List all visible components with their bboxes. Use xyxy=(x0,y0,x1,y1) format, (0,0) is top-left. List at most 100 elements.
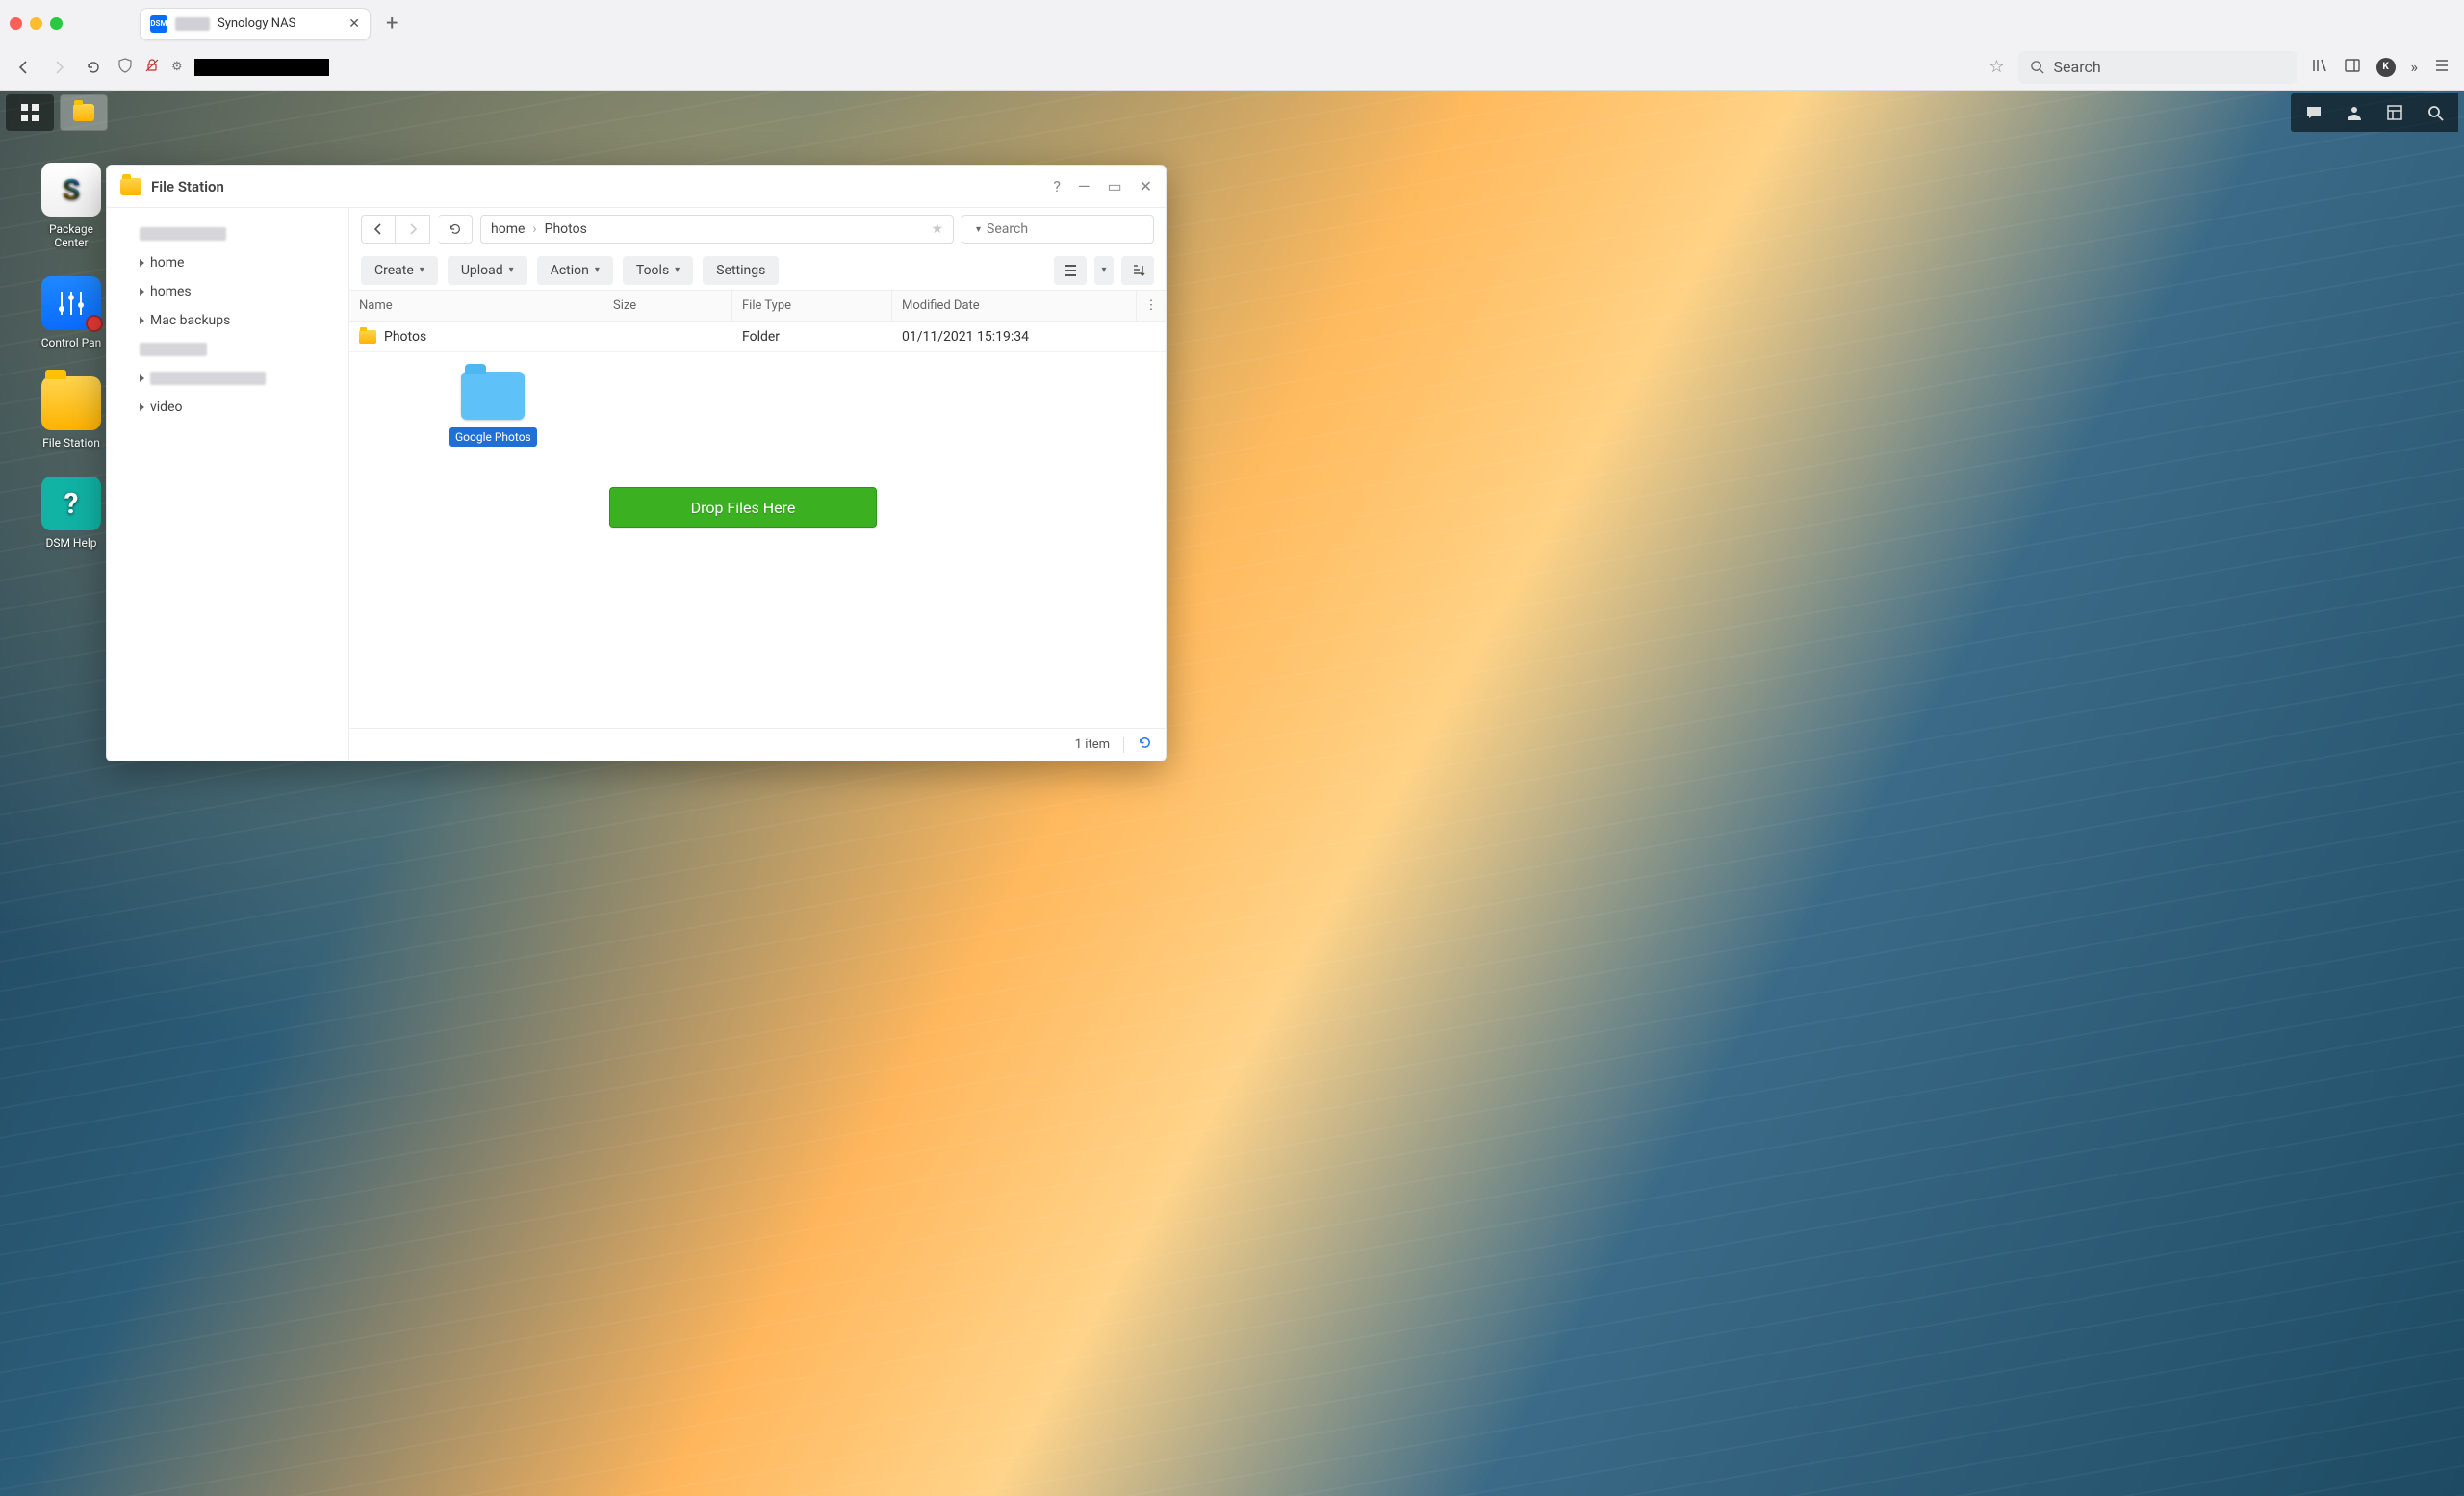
tools-button[interactable]: Tools▾ xyxy=(623,256,693,285)
window-close-button[interactable] xyxy=(10,17,22,30)
browser-chrome: DSM Synology NAS ✕ + ⚙ ☆ Search xyxy=(0,0,2464,91)
main-menu-button[interactable] xyxy=(6,94,54,131)
icon-label: File Station xyxy=(42,436,100,450)
button-label: Create xyxy=(374,263,414,278)
drop-banner: Drop Files Here xyxy=(609,487,877,528)
browser-back-button[interactable] xyxy=(13,57,35,78)
desktop-icon-dsm-help[interactable]: ? DSM Help xyxy=(35,477,108,550)
taskbar-filestation-button[interactable] xyxy=(60,94,108,131)
sidebar-item-homes[interactable]: homes xyxy=(107,277,348,306)
redacted-text xyxy=(140,227,226,241)
minimize-button[interactable]: — xyxy=(1078,177,1091,195)
window-zoom-button[interactable] xyxy=(50,17,63,30)
filestation-titlebar[interactable]: File Station ? — ▭ ✕ xyxy=(107,166,1166,208)
chevron-down-icon: ▾ xyxy=(420,265,424,275)
desktop-icon-package-center[interactable]: S Package Center xyxy=(35,163,108,249)
filestation-search[interactable]: ▾ xyxy=(962,215,1154,244)
chevron-right-icon: › xyxy=(532,221,536,237)
upload-button[interactable]: Upload▾ xyxy=(448,256,527,285)
address-icons: ⚙ xyxy=(117,58,329,77)
nav-back-button[interactable] xyxy=(361,215,396,244)
sidebar-item-label: home xyxy=(150,255,184,271)
breadcrumb-segment[interactable]: Photos xyxy=(545,221,587,237)
icon-label: DSM Help xyxy=(45,536,96,550)
bookmark-star-icon[interactable]: ☆ xyxy=(1989,57,2004,77)
search-icon[interactable] xyxy=(2416,95,2454,130)
breadcrumb-segment[interactable]: home xyxy=(491,221,525,237)
sort-button[interactable] xyxy=(1121,256,1154,285)
library-icon[interactable] xyxy=(2311,57,2328,78)
sidebar-root[interactable] xyxy=(107,335,348,364)
sidebar-item-redacted[interactable] xyxy=(107,364,348,393)
sidebar-root[interactable] xyxy=(107,219,348,248)
button-label: Action xyxy=(551,263,589,278)
sidebar-item-home[interactable]: home xyxy=(107,248,348,277)
column-filetype[interactable]: File Type xyxy=(732,291,892,321)
nav-forward-button[interactable] xyxy=(396,215,430,244)
favorite-star-icon[interactable]: ★ xyxy=(931,221,943,237)
permissions-icon[interactable]: ⚙ xyxy=(171,60,183,74)
list-view-button[interactable] xyxy=(1054,256,1087,285)
create-button[interactable]: Create ▾ xyxy=(361,256,438,285)
status-reload-button[interactable] xyxy=(1138,735,1152,754)
window-minimize-button[interactable] xyxy=(30,17,42,30)
reader-icon[interactable] xyxy=(2344,57,2361,78)
desktop-icon-control-panel[interactable]: Control Pan xyxy=(35,276,108,349)
user-icon[interactable] xyxy=(2335,95,2374,130)
dragged-folder[interactable]: Google Photos xyxy=(449,372,537,447)
search-icon xyxy=(2030,60,2044,74)
control-panel-icon xyxy=(41,276,101,330)
overflow-icon[interactable]: » xyxy=(2411,58,2419,76)
menu-icon[interactable] xyxy=(2433,57,2451,78)
nav-reload-button[interactable] xyxy=(438,215,473,244)
help-button[interactable]: ? xyxy=(1053,177,1061,195)
button-label: Tools xyxy=(636,263,669,278)
drop-area[interactable]: Google Photos Drop Files Here xyxy=(349,352,1166,728)
divider xyxy=(1123,737,1124,753)
desktop-icons: S Package Center Control Pan File Statio… xyxy=(35,163,108,550)
sidebar-item-label: video xyxy=(150,400,183,415)
window-title: File Station xyxy=(151,178,224,195)
settings-button[interactable]: Settings xyxy=(703,256,779,285)
column-size[interactable]: Size xyxy=(603,291,732,321)
profile-avatar-icon[interactable]: K xyxy=(2376,58,2396,77)
widgets-icon[interactable] xyxy=(2375,95,2414,130)
browser-reload-button[interactable] xyxy=(83,57,104,78)
shield-icon[interactable] xyxy=(117,58,133,77)
icon-label: Control Pan xyxy=(41,336,102,349)
search-field[interactable] xyxy=(987,221,1158,237)
tab-close-button[interactable]: ✕ xyxy=(348,16,360,32)
chevron-down-icon[interactable]: ▾ xyxy=(976,224,981,235)
sidebar-item-label: homes xyxy=(150,284,192,299)
tab-title: Synology NAS xyxy=(218,16,341,31)
new-tab-button[interactable]: + xyxy=(380,12,403,36)
table-header: Name Size File Type Modified Date ⋮ xyxy=(349,291,1166,322)
close-button[interactable]: ✕ xyxy=(1140,177,1152,195)
maximize-button[interactable]: ▭ xyxy=(1107,177,1121,195)
desktop-icon-file-station[interactable]: File Station xyxy=(35,376,108,450)
column-options-button[interactable]: ⋮ xyxy=(1137,291,1166,321)
table-row[interactable]: Photos Folder 01/11/2021 15:19:34 xyxy=(349,322,1166,352)
view-options-button[interactable]: ▾ xyxy=(1094,256,1114,285)
filestation-app-icon xyxy=(120,178,141,195)
traffic-lights xyxy=(10,17,63,30)
filestation-window: File Station ? — ▭ ✕ home homes Mac back… xyxy=(106,165,1167,761)
file-station-icon xyxy=(41,376,101,430)
redacted-text xyxy=(140,343,207,356)
action-button[interactable]: Action▾ xyxy=(537,256,613,285)
dsm-help-icon: ? xyxy=(41,477,101,530)
sidebar-item-mac-backups[interactable]: Mac backups xyxy=(107,306,348,335)
item-count: 1 item xyxy=(1075,737,1110,752)
browser-tabbar: DSM Synology NAS ✕ + xyxy=(0,0,2464,43)
browser-forward-button[interactable] xyxy=(48,57,69,78)
browser-search-box[interactable]: Search xyxy=(2018,51,2297,84)
column-name[interactable]: Name xyxy=(349,291,603,321)
lock-slash-icon[interactable] xyxy=(144,58,160,77)
filestation-action-toolbar: Create▾ Upload▾ Action▾ Tools▾ Settings … xyxy=(349,250,1166,291)
sidebar-item-video[interactable]: video xyxy=(107,393,348,422)
browser-tab[interactable]: DSM Synology NAS ✕ xyxy=(140,8,371,40)
chat-icon[interactable] xyxy=(2295,95,2333,130)
icon-label: Package Center xyxy=(35,222,108,249)
breadcrumb[interactable]: home › Photos ★ xyxy=(480,215,954,244)
column-modified[interactable]: Modified Date xyxy=(892,291,1137,321)
